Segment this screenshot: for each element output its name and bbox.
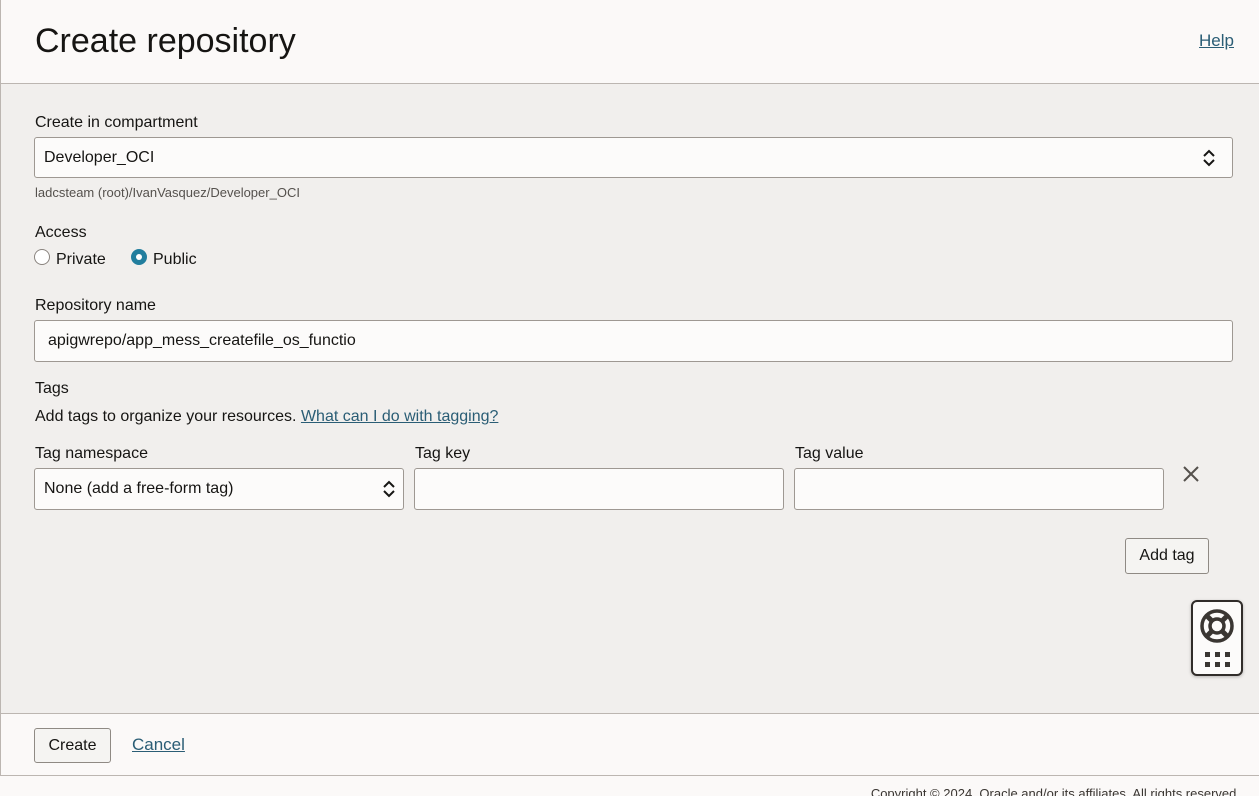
repository-name-value: apigwrepo/app_mess_createfile_os_functio bbox=[48, 332, 356, 349]
copyright-text: Copyright © 2024, Oracle and/or its affi… bbox=[870, 786, 1240, 796]
close-icon[interactable] bbox=[1181, 464, 1201, 484]
chevron-up-down-icon bbox=[383, 480, 395, 498]
tag-key-label: Tag key bbox=[415, 445, 471, 462]
compartment-selected-value: Developer_OCI bbox=[44, 148, 155, 166]
support-widget[interactable] bbox=[1191, 600, 1243, 676]
grid-dots-icon bbox=[1205, 652, 1230, 667]
tags-description-text: Add tags to organize your resources. bbox=[35, 408, 297, 425]
help-link[interactable]: Help bbox=[1199, 31, 1234, 51]
tags-label: Tags bbox=[35, 380, 69, 397]
public-radio[interactable] bbox=[131, 249, 147, 265]
create-button[interactable]: Create bbox=[34, 728, 111, 763]
private-radio-label[interactable]: Private bbox=[56, 250, 106, 270]
private-radio[interactable] bbox=[34, 249, 50, 265]
tag-key-input[interactable] bbox=[414, 468, 784, 510]
tag-namespace-label: Tag namespace bbox=[35, 445, 148, 462]
panel-footer: Create Cancel bbox=[0, 713, 1259, 776]
tag-value-label: Tag value bbox=[795, 445, 864, 462]
panel-header: Create repository Help bbox=[0, 0, 1259, 84]
public-radio-label[interactable]: Public bbox=[153, 250, 197, 270]
repository-name-input[interactable]: apigwrepo/app_mess_createfile_os_functio bbox=[34, 320, 1233, 362]
tag-value-input[interactable] bbox=[794, 468, 1164, 510]
tagging-help-link[interactable]: What can I do with tagging? bbox=[301, 408, 498, 425]
access-label: Access bbox=[35, 224, 87, 241]
repository-name-label: Repository name bbox=[35, 297, 156, 314]
add-tag-button[interactable]: Add tag bbox=[1125, 538, 1209, 574]
tag-namespace-select[interactable]: None (add a free-form tag) bbox=[34, 468, 404, 510]
lifebuoy-icon bbox=[1200, 609, 1234, 643]
cancel-link[interactable]: Cancel bbox=[132, 735, 185, 755]
tags-description: Add tags to organize your resources. Wha… bbox=[35, 407, 498, 427]
compartment-select[interactable]: Developer_OCI bbox=[34, 137, 1233, 178]
page-title: Create repository bbox=[35, 22, 296, 60]
tag-namespace-selected-value: None (add a free-form tag) bbox=[44, 480, 234, 497]
chevron-up-down-icon bbox=[1203, 149, 1215, 166]
compartment-path-hint: ladcsteam (root)/IvanVasquez/Developer_O… bbox=[35, 185, 300, 200]
compartment-label: Create in compartment bbox=[35, 114, 198, 131]
